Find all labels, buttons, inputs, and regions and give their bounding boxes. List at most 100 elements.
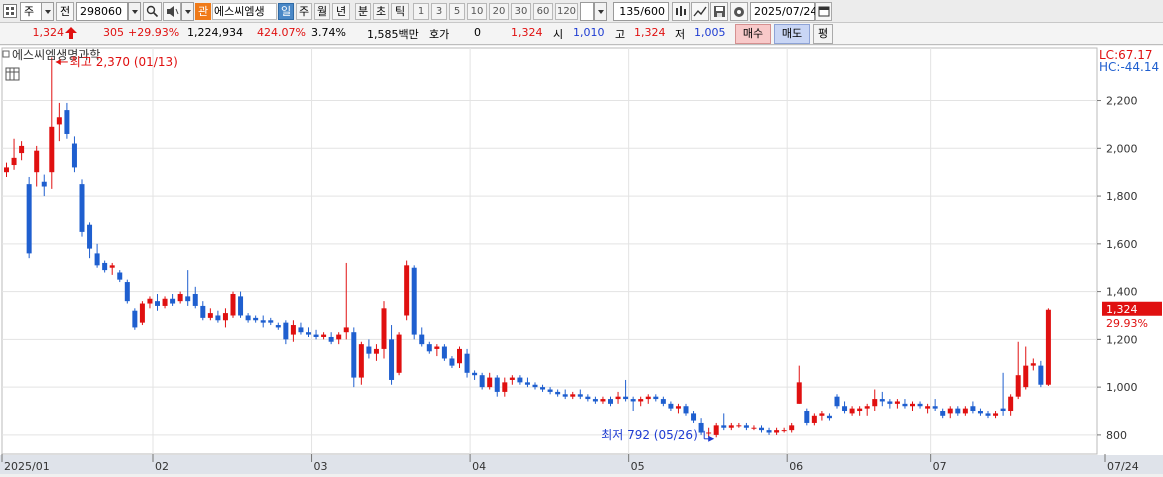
candle (668, 403, 674, 409)
avg-button[interactable]: 평 (813, 24, 833, 44)
last-change-label: 29.93% (1106, 317, 1148, 330)
candle (87, 224, 93, 249)
code-dropdown-icon[interactable] (128, 2, 141, 21)
candle (713, 425, 719, 435)
up-arrow-icon (65, 27, 77, 42)
interval-10[interactable]: 10 (467, 3, 487, 20)
candle (434, 346, 440, 349)
jeon-button[interactable]: 전 (56, 2, 74, 21)
speaker-dropdown-icon[interactable] (181, 2, 194, 21)
candle (170, 298, 176, 304)
data-count-input[interactable]: 135/600 (613, 2, 669, 21)
candle (962, 408, 968, 414)
candle (238, 296, 244, 316)
candle (162, 298, 168, 306)
speaker-icon[interactable] (163, 2, 181, 21)
interval-3[interactable]: 3 (431, 3, 447, 20)
candle (351, 332, 357, 378)
date-input[interactable]: 2025/07/24 (750, 2, 817, 21)
period-minute[interactable]: 분 (355, 3, 371, 20)
y-tick-label: 2,000 (1106, 142, 1138, 155)
y-tick-label: 2,200 (1106, 95, 1138, 108)
y-tick-label: 1,000 (1106, 381, 1138, 394)
period-year[interactable]: 년 (332, 3, 350, 20)
candle (577, 394, 583, 397)
market-dropdown-icon[interactable] (41, 2, 54, 21)
candle (381, 308, 387, 349)
candle (132, 310, 138, 328)
candle (26, 184, 32, 254)
candle (147, 298, 153, 304)
candle (781, 430, 787, 432)
grid-menu-icon[interactable] (3, 4, 17, 18)
interval-20[interactable]: 20 (489, 3, 509, 20)
period-month[interactable]: 월 (314, 3, 330, 20)
candle (925, 406, 931, 409)
period-week[interactable]: 주 (296, 3, 312, 20)
interval-120[interactable]: 120 (555, 3, 578, 20)
candle (41, 181, 47, 187)
low-price: 1,005 (694, 26, 726, 39)
candlestick-chart[interactable]: 2,200 2,000 1,800 1,600 1,400 1,200 1,000 800 20… (0, 46, 1163, 474)
interval-1[interactable]: 1 (413, 3, 429, 20)
market-select[interactable]: 주 (20, 2, 42, 21)
chart-tool-icon[interactable] (672, 2, 690, 21)
candle (985, 413, 991, 416)
candle (849, 408, 855, 414)
candle (343, 327, 349, 333)
candle (139, 303, 145, 323)
candle (940, 411, 946, 416)
draw-tool-icon[interactable] (691, 2, 709, 21)
buy-button[interactable]: 매수 (735, 24, 771, 44)
high-price: 1,324 (634, 26, 666, 39)
candle (79, 184, 85, 232)
table-toggle-icon[interactable] (5, 67, 20, 81)
sell-button[interactable]: 매도 (774, 24, 810, 44)
candle (675, 406, 681, 409)
period-tick[interactable]: 틱 (391, 3, 409, 20)
hoga-value: 0 (474, 26, 481, 39)
candle (509, 377, 515, 380)
volume: 1,224,934 (187, 26, 243, 39)
candle (207, 313, 213, 318)
candle (230, 293, 236, 316)
candle (373, 348, 379, 354)
candle (728, 425, 734, 428)
interval-dropdown-icon[interactable] (594, 2, 607, 21)
candle (260, 320, 266, 323)
interval-30[interactable]: 30 (511, 3, 531, 20)
period-day[interactable]: 일 (278, 3, 294, 20)
search-icon[interactable] (143, 2, 162, 21)
watch-badge: 관 (195, 3, 211, 20)
interval-60[interactable]: 60 (533, 3, 553, 20)
candle (600, 399, 606, 402)
candle (630, 399, 636, 402)
candle (932, 406, 938, 409)
candle (532, 384, 538, 388)
candle (1015, 375, 1021, 397)
candle (94, 253, 100, 266)
candle (570, 394, 576, 397)
candle (706, 432, 712, 434)
stock-code-input[interactable]: 298060 (76, 2, 128, 21)
period-second[interactable]: 초 (373, 3, 389, 20)
candle (109, 265, 115, 268)
save-icon[interactable] (710, 2, 728, 21)
x-tick-label: 06 (789, 460, 803, 473)
candle (819, 413, 825, 416)
candle (222, 313, 228, 321)
last-price-label: 1,324 (1106, 303, 1138, 316)
calendar-icon[interactable] (815, 2, 832, 21)
x-tick-label: 04 (472, 460, 486, 473)
custom-interval-input[interactable] (580, 2, 594, 21)
candle (396, 334, 402, 373)
open-label: 시 (553, 28, 564, 41)
settings-gear-icon[interactable] (730, 2, 748, 21)
interval-5[interactable]: 5 (449, 3, 465, 20)
candle (426, 344, 432, 352)
x-tick-label: 07/24 (1107, 460, 1139, 473)
candle (608, 399, 613, 404)
hoga-label: 호가 (429, 28, 450, 41)
chart-area[interactable]: 2,200 2,000 1,800 1,600 1,400 1,200 1,000 800 20… (0, 46, 1163, 474)
candle (879, 399, 885, 402)
